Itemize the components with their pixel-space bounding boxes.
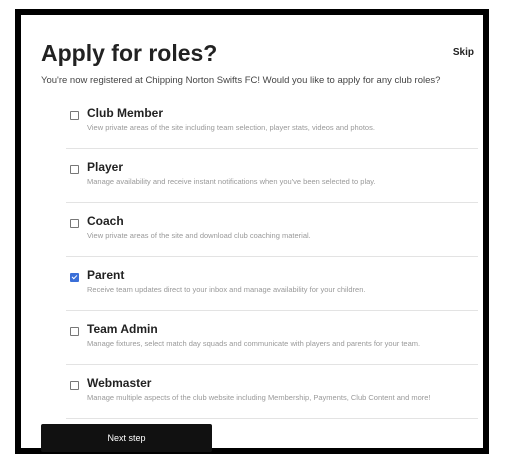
role-name: Coach [87,214,124,228]
team-admin-checkbox[interactable] [70,327,79,336]
role-name: Club Member [87,106,164,120]
role-option-club-member[interactable]: Club Member View private areas of the si… [66,95,478,149]
role-description: Manage fixtures, select match day squads… [87,339,421,348]
role-option-player[interactable]: Player Manage availability and receive i… [66,149,478,203]
role-option-parent[interactable]: Parent Receive team updates direct to yo… [66,257,478,311]
role-description: Manage availability and receive instant … [87,177,376,186]
role-option-coach[interactable]: Coach View private areas of the site and… [66,203,478,257]
roles-dialog: Apply for roles? Skip You're now registe… [15,9,489,454]
role-option-team-admin[interactable]: Team Admin Manage fixtures, select match… [66,311,478,365]
role-description: View private areas of the site and downl… [87,231,311,240]
role-option-webmaster[interactable]: Webmaster Manage multiple aspects of the… [66,365,478,419]
coach-checkbox[interactable] [70,219,79,228]
roles-list: Club Member View private areas of the si… [66,95,478,419]
skip-link[interactable]: Skip [453,47,474,58]
role-name: Team Admin [87,322,158,336]
player-checkbox[interactable] [70,165,79,174]
club-member-checkbox[interactable] [70,111,79,120]
next-step-button[interactable]: Next step [41,424,212,452]
role-description: View private areas of the site including… [87,123,375,132]
webmaster-checkbox[interactable] [70,381,79,390]
intro-text: You're now registered at Chipping Norton… [41,75,441,86]
page-title: Apply for roles? [41,40,218,66]
role-description: Manage multiple aspects of the club webs… [87,393,431,402]
parent-checkbox[interactable] [70,273,79,282]
role-name: Player [87,160,124,174]
role-name: Parent [87,268,125,282]
role-name: Webmaster [87,376,152,390]
role-description: Receive team updates direct to your inbo… [87,285,366,294]
